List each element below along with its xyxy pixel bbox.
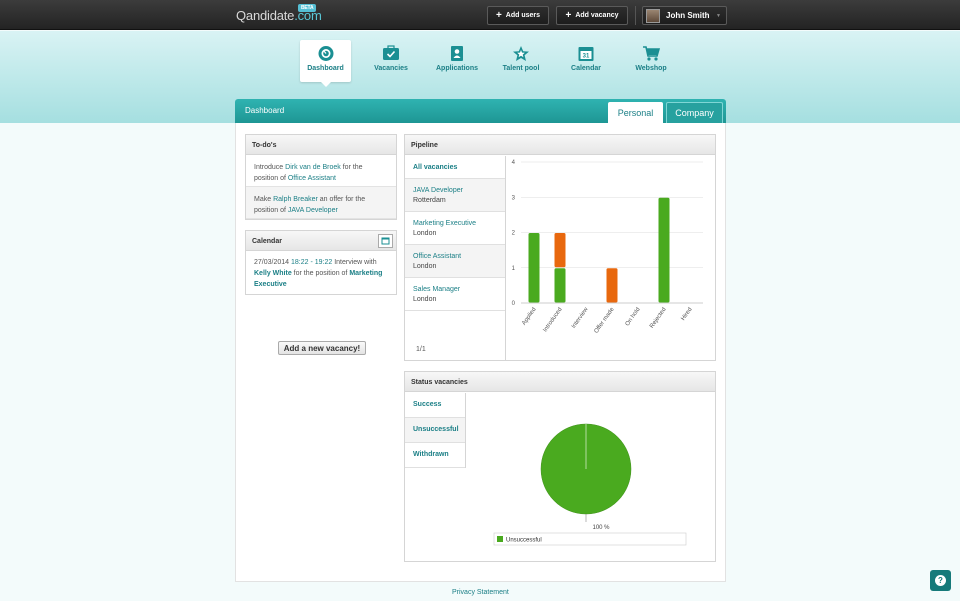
svg-text:31: 31 <box>583 54 590 60</box>
beta-badge: BETA <box>298 4 317 12</box>
calendar-panel: Calendar 27/03/2014 18:22 - 19:22 Interv… <box>245 230 397 295</box>
bar <box>554 233 566 268</box>
x-tick-label: On hold <box>625 307 642 328</box>
person-link[interactable]: Kelly White <box>254 270 292 277</box>
nav-talent-pool[interactable]: Talent pool <box>496 40 546 82</box>
dashboard-icon <box>318 46 333 61</box>
vacancy-list: All vacancies JAVA Developer Rotterdam Ma… <box>405 156 506 361</box>
pager: 1/1 <box>416 346 426 353</box>
status-pie-chart: 100 % Unsuccessful <box>493 423 687 546</box>
list-item[interactable]: JAVA Developer Rotterdam <box>405 179 505 212</box>
y-tick-label: 1 <box>512 266 516 272</box>
privacy-statement-link[interactable]: Privacy Statement <box>452 589 509 596</box>
calendar-icon[interactable] <box>378 234 393 248</box>
legend-swatch <box>497 536 503 542</box>
top-bar: Qandidate.com BETA + Add users + Add vac… <box>0 0 960 30</box>
bar <box>606 268 618 303</box>
tab-personal[interactable]: Personal <box>608 102 663 123</box>
add-new-vacancy-button[interactable]: Add a new vacancy! <box>278 341 366 355</box>
person-link[interactable]: Ralph Breaker <box>273 196 318 203</box>
todo-item: Make Ralph Breaker an offer for the posi… <box>246 187 396 219</box>
x-tick-label: Offer made <box>594 306 616 334</box>
bar <box>554 268 566 303</box>
status-title: Status vacancies <box>405 372 715 392</box>
add-users-button[interactable]: + Add users <box>487 6 549 25</box>
bar <box>528 233 540 303</box>
calendar-title: Calendar <box>246 231 396 251</box>
status-item-withdrawn[interactable]: Withdrawn <box>405 443 465 468</box>
legend-label: Unsuccessful <box>506 538 542 544</box>
pipeline-title: Pipeline <box>405 135 715 155</box>
position-link[interactable]: JAVA Developer <box>288 207 338 214</box>
star-icon <box>513 46 529 61</box>
plus-icon: + <box>565 9 572 21</box>
x-tick-label: Interview <box>571 306 590 330</box>
user-name: John Smith <box>666 11 710 20</box>
x-tick-label: Introduced <box>542 307 563 334</box>
logo[interactable]: Qandidate.com BETA <box>236 4 322 23</box>
nav-calendar[interactable]: 31 Calendar <box>561 40 611 82</box>
x-tick-label: Hired <box>680 307 693 322</box>
user-menu[interactable]: John Smith ▼ <box>642 6 727 25</box>
list-item[interactable]: Sales Manager London <box>405 278 505 311</box>
status-list: Success Unsuccessful Withdrawn <box>405 393 466 468</box>
page-title: Dashboard <box>245 106 285 115</box>
chevron-down-icon: ▼ <box>716 12 721 19</box>
y-tick-label: 0 <box>512 301 516 307</box>
pipeline-bar-chart: 0 1 2 3 4 Applied Introduced Interview Offer mad… <box>512 160 703 335</box>
cart-icon <box>643 46 660 61</box>
y-tick-label: 3 <box>512 195 516 201</box>
vacancies-icon <box>383 45 399 60</box>
applications-icon <box>451 46 463 61</box>
event-time[interactable]: 18:22 - 19:22 <box>291 259 332 266</box>
nav-dashboard[interactable]: Dashboard <box>300 40 351 87</box>
bar <box>658 197 670 303</box>
avatar <box>646 8 660 23</box>
list-item-all-vacancies[interactable]: All vacancies <box>405 156 505 179</box>
person-link[interactable]: Dirk van de Broek <box>285 164 341 171</box>
todos-title: To-do's <box>246 135 396 155</box>
divider <box>635 6 636 25</box>
calendar-icon: 31 <box>578 47 594 61</box>
y-tick-label: 2 <box>512 231 516 237</box>
list-item[interactable]: Marketing Executive London <box>405 212 505 245</box>
position-link[interactable]: Office Assistant <box>288 175 336 182</box>
status-item-unsuccessful[interactable]: Unsuccessful <box>405 418 465 443</box>
todo-item: Introduce Dirk van de Broek for the posi… <box>246 155 396 187</box>
plus-icon: + <box>495 9 502 21</box>
data-label: 100 % <box>592 525 610 531</box>
nav-vacancies[interactable]: Vacancies <box>366 40 416 82</box>
x-tick-label: Applied <box>521 307 537 327</box>
pipeline-panel: Pipeline All vacancies JAVA Developer Rot… <box>404 134 716 361</box>
help-button[interactable]: ? <box>930 570 951 591</box>
y-tick-label: 4 <box>512 160 516 166</box>
question-icon: ? <box>935 575 946 586</box>
add-vacancy-button[interactable]: + Add vacancy <box>556 6 628 25</box>
calendar-event: 27/03/2014 18:22 - 19:22 Interview with … <box>254 259 383 288</box>
todos-panel: To-do's Introduce Dirk van de Broek for … <box>245 134 397 220</box>
status-panel: Status vacancies Success Unsuccessful Wi… <box>404 371 716 562</box>
status-item-success[interactable]: Success <box>405 393 465 418</box>
tab-company[interactable]: Company <box>666 102 723 123</box>
nav-applications[interactable]: Applications <box>432 40 482 82</box>
nav-webshop[interactable]: Webshop <box>626 40 676 82</box>
x-tick-label: Rejected <box>649 307 668 330</box>
list-item[interactable]: Office Assistant London <box>405 245 505 278</box>
